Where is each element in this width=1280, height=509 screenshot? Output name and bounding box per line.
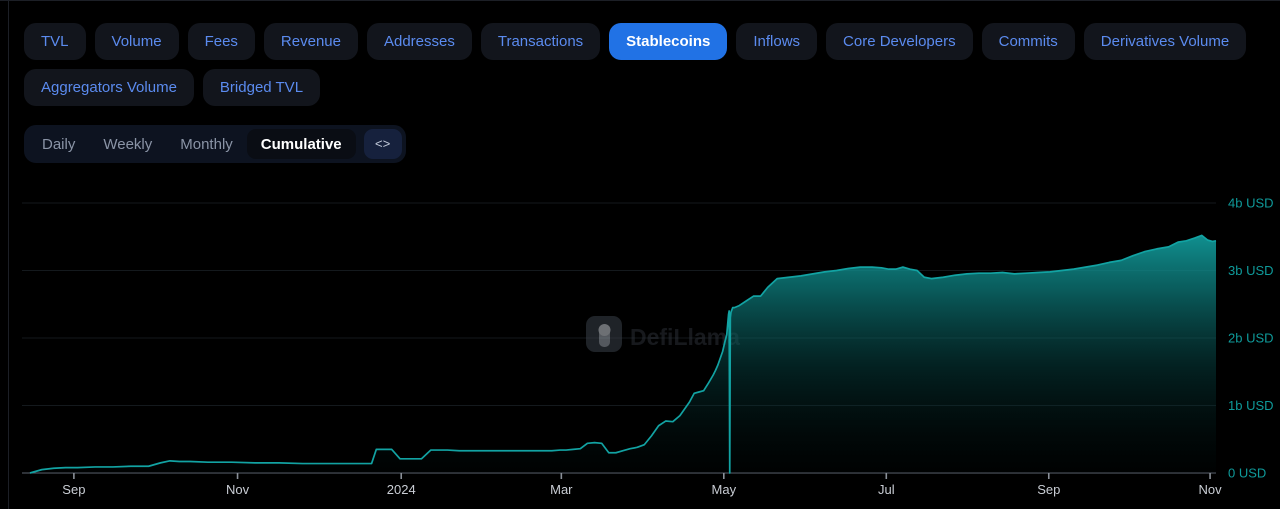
metric-tab-stablecoins[interactable]: Stablecoins	[609, 23, 727, 60]
y-axis-tick-label: 0 USD	[1228, 466, 1266, 481]
y-axis-tick-label: 4b USD	[1228, 196, 1274, 211]
x-axis-tick-label: Nov	[226, 482, 250, 497]
x-axis-tick-label: May	[712, 482, 737, 497]
embed-code-button[interactable]: <>	[364, 129, 402, 159]
metric-tab-fees[interactable]: Fees	[188, 23, 255, 60]
stablecoins-chart-page: TVLVolumeFeesRevenueAddressesTransaction…	[0, 0, 1280, 509]
metric-tab-aggregators-volume[interactable]: Aggregators Volume	[24, 69, 194, 106]
y-axis-tick-label: 1b USD	[1228, 398, 1274, 413]
metric-tab-volume[interactable]: Volume	[95, 23, 179, 60]
defillama-watermark: DefiLlama	[586, 316, 740, 352]
y-axis-tick-label: 3b USD	[1228, 263, 1274, 278]
interval-option-cumulative[interactable]: Cumulative	[247, 129, 356, 159]
chart-area-fill	[30, 235, 1216, 473]
metric-tab-inflows[interactable]: Inflows	[736, 23, 817, 60]
metric-tab-bridged-tvl[interactable]: Bridged TVL	[203, 69, 320, 106]
metric-tab-revenue[interactable]: Revenue	[264, 23, 358, 60]
metric-tabs: TVLVolumeFeesRevenueAddressesTransaction…	[24, 23, 1264, 106]
x-axis-tick-label: Sep	[1037, 482, 1060, 497]
x-axis-tick-label: Jul	[878, 482, 895, 497]
metric-tab-core-developers[interactable]: Core Developers	[826, 23, 973, 60]
y-axis-tick-label: 2b USD	[1228, 331, 1274, 346]
interval-option-daily[interactable]: Daily	[28, 129, 89, 159]
metric-tab-commits[interactable]: Commits	[982, 23, 1075, 60]
metric-tab-derivatives-volume[interactable]: Derivatives Volume	[1084, 23, 1246, 60]
metric-tab-addresses[interactable]: Addresses	[367, 23, 472, 60]
interval-option-weekly[interactable]: Weekly	[89, 129, 166, 159]
interval-option-monthly[interactable]: Monthly	[166, 129, 247, 159]
interval-switcher: DailyWeeklyMonthlyCumulative <>	[24, 125, 406, 163]
metric-tab-transactions[interactable]: Transactions	[481, 23, 600, 60]
x-axis-tick-label: Nov	[1199, 482, 1223, 497]
chart-svg: DefiLlama 0 USD1b USD2b USD3b USD4b USD …	[0, 181, 1280, 509]
x-axis-tick-label: 2024	[387, 482, 416, 497]
chart-y-axis: 0 USD 1b USD 2b USD 3b USD 4b USD	[1228, 196, 1274, 481]
chart-x-axis: Sep Nov 2024 Mar May Jul Sep Nov	[62, 473, 1222, 497]
x-axis-tick-label: Sep	[62, 482, 85, 497]
x-axis-tick-label: Mar	[550, 482, 573, 497]
stablecoins-area-chart[interactable]: DefiLlama 0 USD1b USD2b USD3b USD4b USD …	[0, 181, 1280, 509]
metric-tab-tvl[interactable]: TVL	[24, 23, 86, 60]
chart-plot	[30, 235, 1216, 473]
